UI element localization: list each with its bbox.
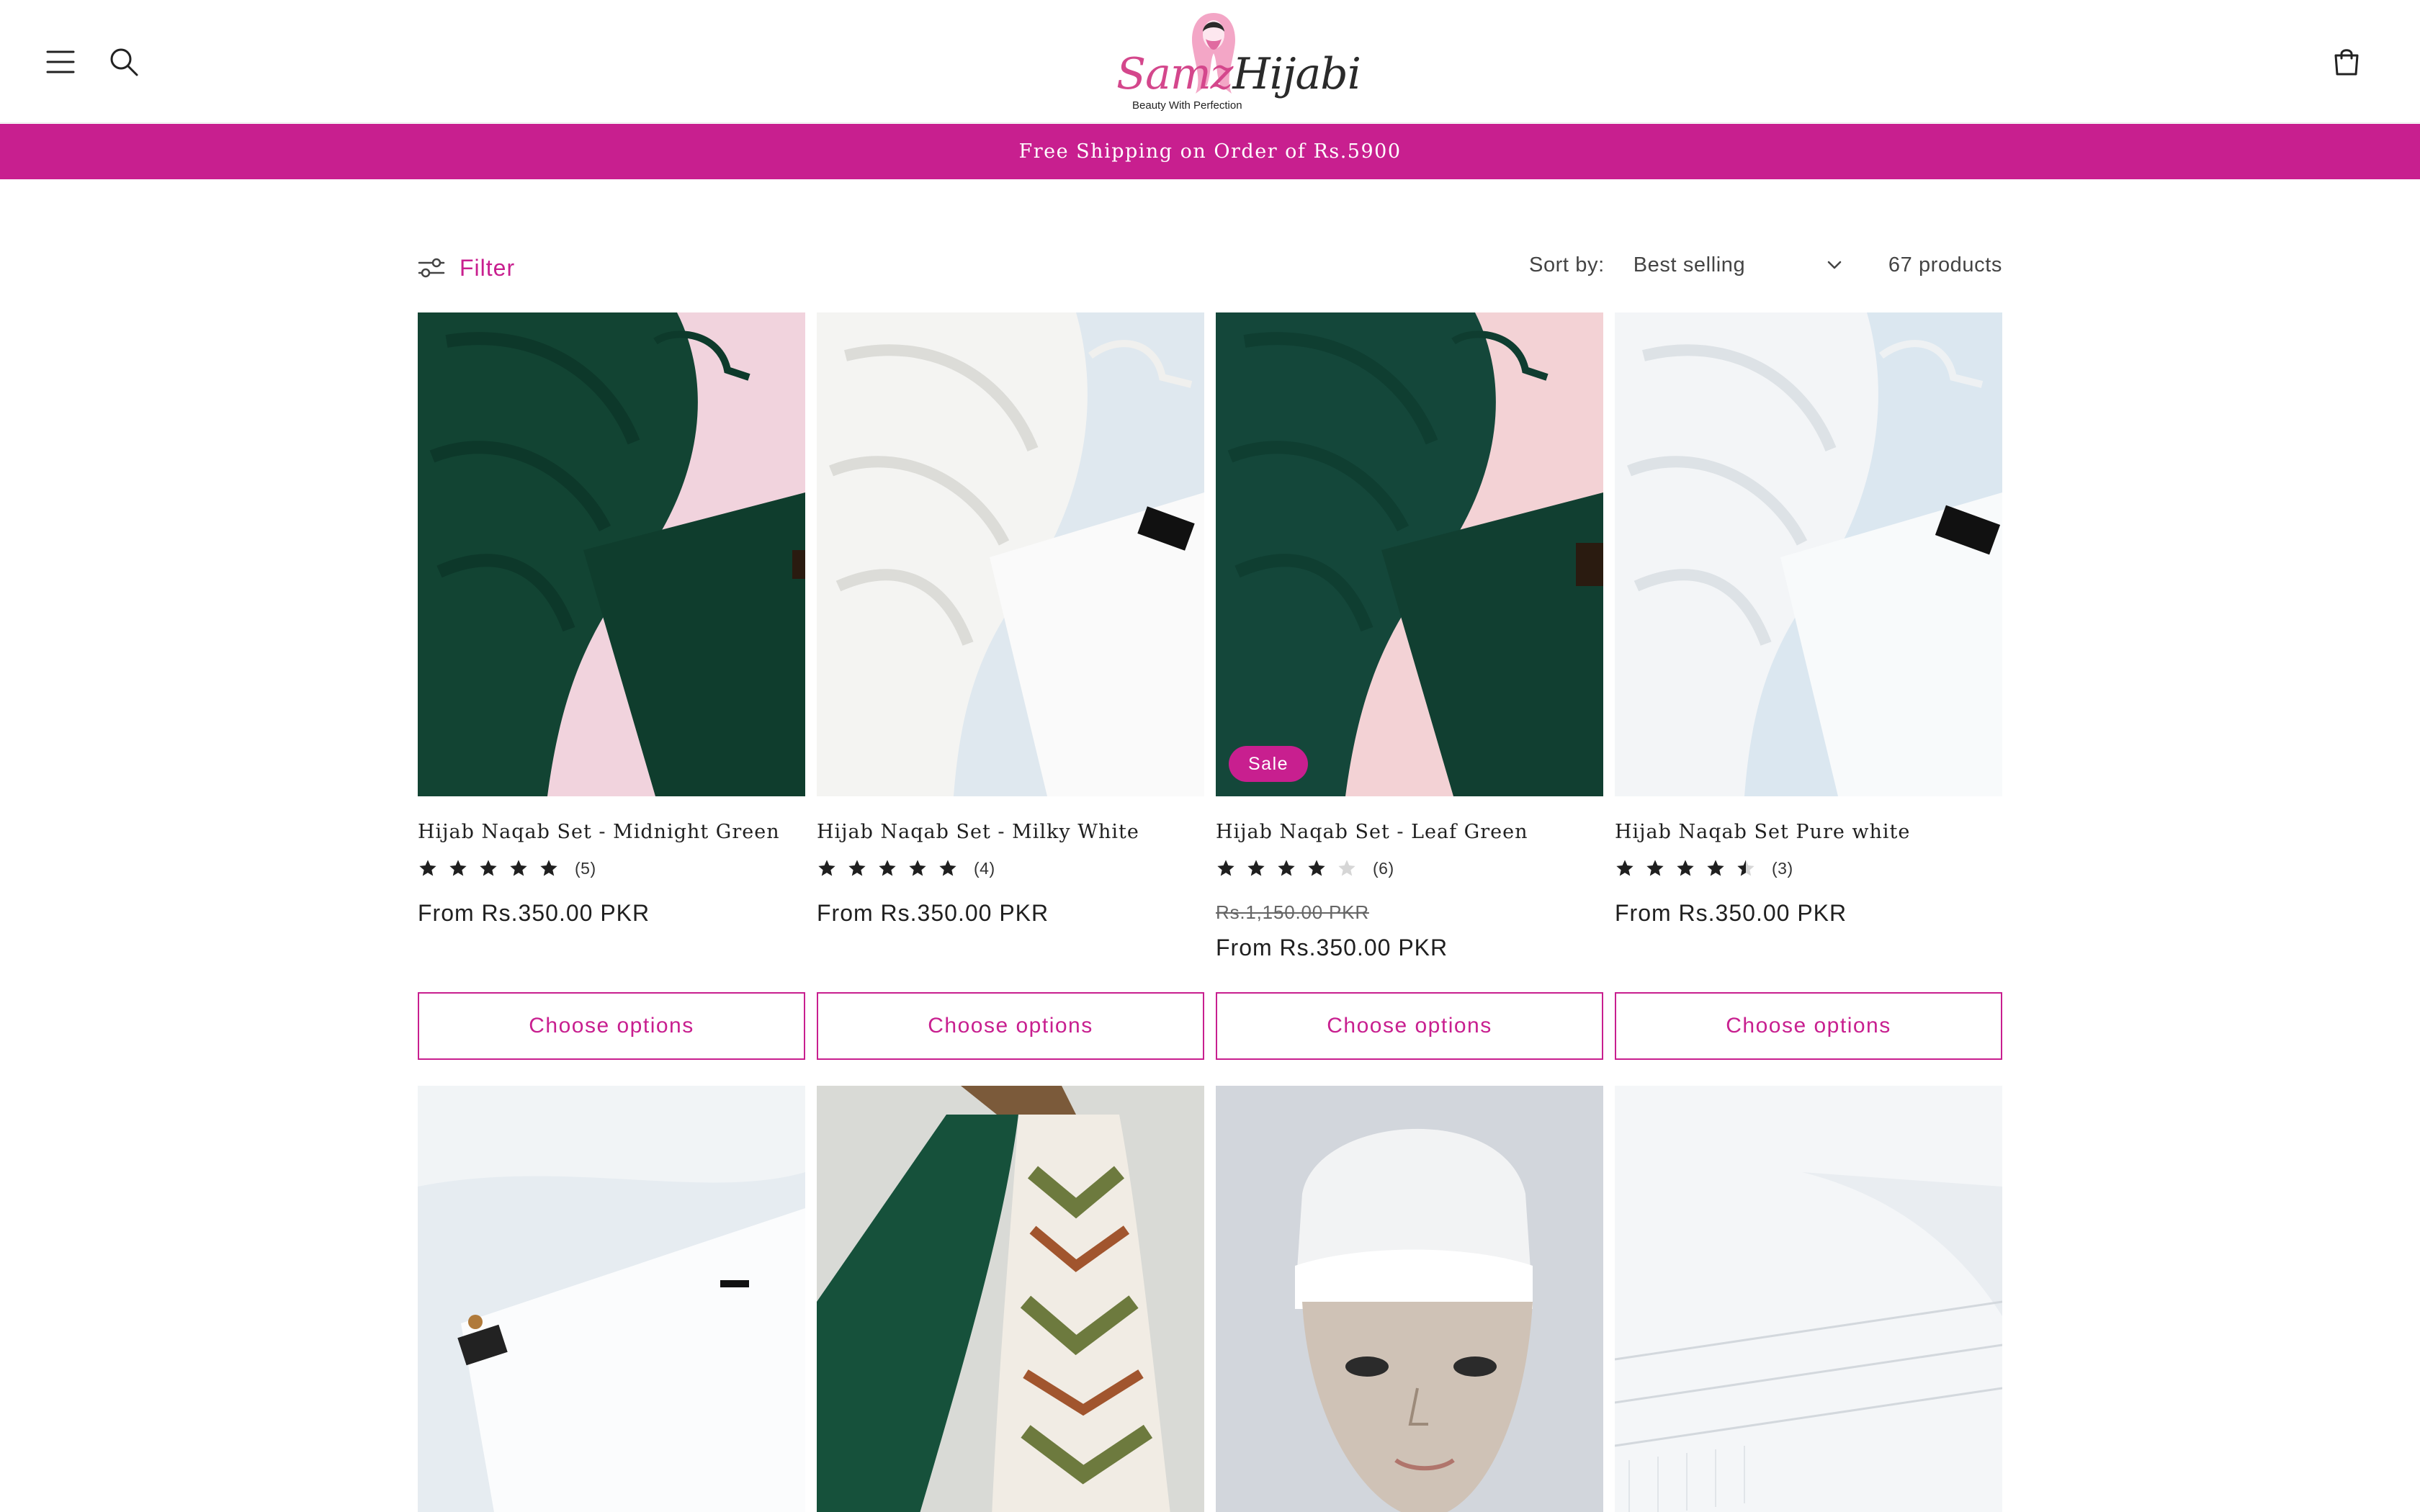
product-image[interactable]	[418, 1086, 805, 1512]
star-icon	[1216, 856, 1246, 881]
review-count: (3)	[1772, 858, 1793, 878]
product-card	[817, 1086, 1204, 1512]
star-icon	[448, 856, 478, 881]
product-card	[418, 1086, 805, 1512]
sort-value: Best selling	[1633, 253, 1746, 276]
sale-price: From Rs.350.00 PKR	[1216, 935, 1448, 960]
logo-secondary-text: Hijabi	[1232, 49, 1361, 99]
sort-label: Sort by:	[1529, 253, 1605, 276]
choose-options-button[interactable]: Choose options	[418, 992, 805, 1060]
star-icon	[908, 856, 938, 881]
product-card: Hijab Naqab Set - Midnight Green (5) Fro…	[418, 312, 805, 1061]
star-icon	[539, 856, 569, 881]
filter-button[interactable]: Filter	[418, 248, 515, 288]
product-card	[1615, 1086, 2002, 1512]
filter-sliders-icon	[418, 258, 445, 278]
product-image[interactable]	[1615, 312, 2002, 796]
compare-at-price: Rs.1,150.00 PKR	[1216, 901, 1369, 923]
product-price: From Rs.350.00 PKR	[817, 900, 1049, 926]
star-icon	[1246, 856, 1276, 881]
star-icon	[877, 856, 908, 881]
product-image[interactable]	[1216, 1086, 1603, 1512]
search-icon[interactable]	[102, 40, 146, 84]
rating-stars: (5)	[418, 856, 596, 881]
product-image[interactable]	[817, 312, 1204, 796]
site-header: SamzHijabi Beauty With Perfection	[0, 0, 2420, 123]
menu-icon[interactable]	[38, 40, 83, 84]
rating-stars: (3)	[1615, 856, 1793, 881]
filter-label: Filter	[460, 254, 516, 281]
product-price: From Rs.350.00 PKR	[418, 900, 650, 926]
star-empty-icon	[1337, 856, 1367, 881]
logo-wordmark: SamzHijabi	[1116, 49, 1361, 99]
product-count: 67 products	[1888, 253, 2002, 276]
product-image[interactable]	[1615, 1086, 2002, 1512]
product-card: Sale Hijab Naqab Set - Leaf Green (6) Rs…	[1216, 312, 1603, 1061]
star-half-icon	[1736, 856, 1766, 881]
sort-select[interactable]: Best selling	[1634, 253, 1842, 277]
star-icon	[938, 856, 968, 881]
product-card: Hijab Naqab Set Pure white (3) From Rs.3…	[1615, 312, 2002, 1061]
star-icon	[508, 856, 539, 881]
product-price: From Rs.350.00 PKR	[1615, 900, 1847, 926]
product-title[interactable]: Hijab Naqab Set - Milky White	[817, 821, 1139, 843]
star-icon	[418, 856, 448, 881]
star-icon	[1276, 856, 1307, 881]
product-image[interactable]	[418, 312, 805, 796]
star-icon	[847, 856, 877, 881]
choose-options-button[interactable]: Choose options	[817, 992, 1204, 1060]
site-logo[interactable]: SamzHijabi Beauty With Perfection	[1108, 7, 1361, 117]
sale-badge: Sale	[1229, 746, 1309, 782]
sort-control: Sort by: Best selling	[1529, 248, 1842, 282]
chevron-down-icon	[1827, 261, 1841, 269]
star-icon	[478, 856, 508, 881]
product-card	[1216, 1086, 1603, 1512]
rating-stars: (4)	[817, 856, 995, 881]
logo-tagline: Beauty With Perfection	[1132, 99, 1242, 112]
star-icon	[1675, 856, 1706, 881]
choose-options-button[interactable]: Choose options	[1216, 992, 1603, 1060]
star-icon	[1645, 856, 1675, 881]
product-title[interactable]: Hijab Naqab Set Pure white	[1615, 821, 1910, 843]
product-image[interactable]	[817, 1086, 1204, 1512]
announcement-bar: Free Shipping on Order of Rs.5900	[0, 124, 2420, 179]
product-title[interactable]: Hijab Naqab Set - Midnight Green	[418, 821, 780, 843]
star-icon	[817, 856, 847, 881]
star-icon	[1615, 856, 1645, 881]
cart-icon[interactable]	[2324, 40, 2369, 84]
product-image[interactable]: Sale	[1216, 312, 1603, 796]
product-title[interactable]: Hijab Naqab Set - Leaf Green	[1216, 821, 1528, 843]
choose-options-button[interactable]: Choose options	[1615, 992, 2002, 1060]
product-card: Hijab Naqab Set - Milky White (4) From R…	[817, 312, 1204, 1061]
star-icon	[1706, 856, 1736, 881]
review-count: (6)	[1373, 858, 1394, 878]
review-count: (5)	[575, 858, 596, 878]
review-count: (4)	[974, 858, 995, 878]
announcement-text: Free Shipping on Order of Rs.5900	[1018, 140, 1402, 163]
star-icon	[1307, 856, 1337, 881]
rating-stars: (6)	[1216, 856, 1394, 881]
logo-primary-text: Samz	[1116, 49, 1233, 99]
